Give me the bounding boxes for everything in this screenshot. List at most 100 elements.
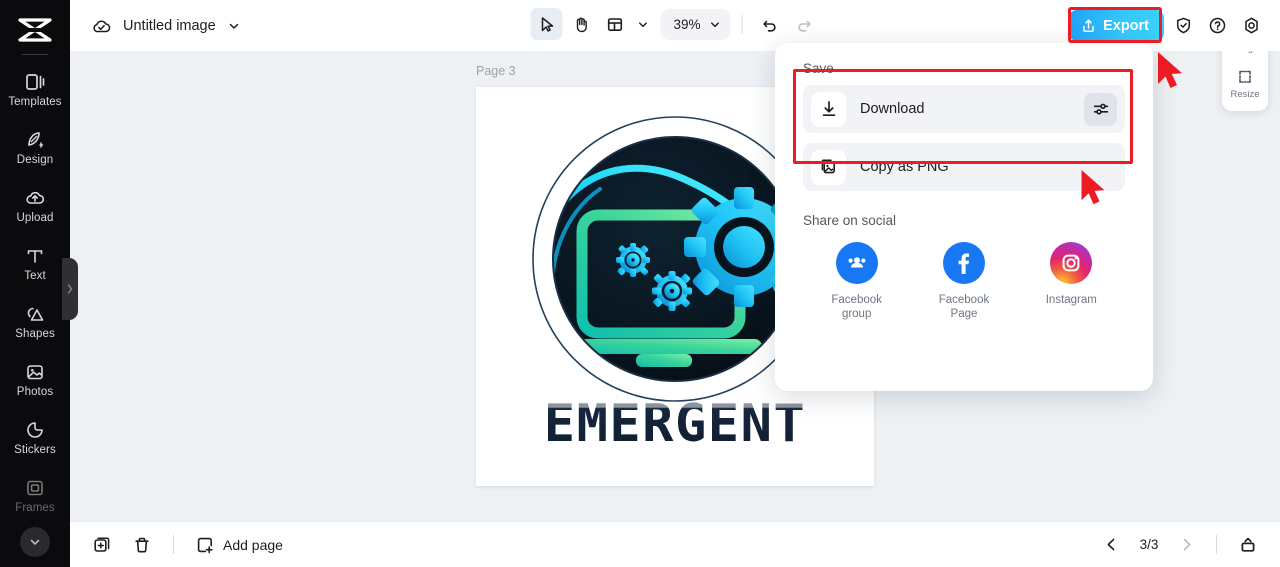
- zoom-level-value: 39%: [673, 16, 701, 32]
- redo-arrow-icon: [797, 20, 811, 32]
- settings-gear-icon-button[interactable]: [1236, 11, 1266, 41]
- share-section-heading: Share on social: [803, 213, 897, 228]
- upload-cloud-icon: [24, 187, 46, 209]
- share-upload-icon: [1081, 18, 1096, 33]
- add-page-label: Add page: [223, 536, 283, 553]
- facebook-group-icon: [835, 242, 878, 284]
- social-share-row: Facebook group Facebook Page Instagram: [803, 242, 1125, 322]
- capcut-logo-icon[interactable]: [12, 10, 58, 50]
- facebook-page-share-button[interactable]: Facebook Page: [916, 242, 1012, 322]
- chevron-down-icon: [30, 539, 40, 545]
- document-title-group[interactable]: Untitled image: [91, 17, 241, 35]
- page-grid-view-button[interactable]: [1230, 530, 1266, 560]
- stickers-icon: [24, 419, 46, 441]
- sidebar-divider: [22, 54, 48, 55]
- center-tool-group: 39%: [530, 8, 819, 40]
- right-panel-item-label: Resize: [1230, 88, 1260, 100]
- download-icon: [811, 91, 846, 127]
- chevron-down-icon: [638, 21, 647, 27]
- shapes-icon: [24, 303, 46, 325]
- layout-grid-icon: [607, 17, 622, 31]
- copy-as-png-label: Copy as PNG: [860, 159, 949, 175]
- copy-image-icon: [811, 149, 846, 185]
- download-label: Download: [860, 101, 925, 117]
- layout-tool-button[interactable]: [598, 8, 630, 40]
- sidebar-item-label: Design: [16, 154, 54, 167]
- previous-page-button[interactable]: [1095, 530, 1128, 560]
- sidebar-item-upload[interactable]: Upload: [0, 177, 70, 235]
- templates-icon: [24, 71, 46, 93]
- document-title: Untitled image: [123, 17, 216, 34]
- sidebar-collapse-button[interactable]: [20, 527, 50, 557]
- duplicate-page-icon: [94, 536, 110, 552]
- chevron-right-icon: [67, 284, 73, 294]
- sidebar-item-design[interactable]: Design: [0, 119, 70, 177]
- facebook-page-icon: [942, 242, 985, 284]
- sidebar-item-label: Templates: [8, 96, 62, 109]
- export-button[interactable]: Export: [1069, 10, 1164, 41]
- sidebar-item-frames[interactable]: Frames: [0, 467, 70, 525]
- hand-tool-button[interactable]: [564, 8, 596, 40]
- bottom-left-group: Add page: [84, 530, 291, 560]
- page-counter: 3/3: [1139, 537, 1159, 552]
- chevron-down-icon[interactable]: [709, 18, 722, 31]
- undo-arrow-icon: [762, 20, 776, 32]
- layout-dropdown-button[interactable]: [632, 8, 652, 40]
- help-circle-icon-button[interactable]: [1202, 11, 1232, 41]
- cloud-check-icon: [91, 17, 112, 35]
- sidebar-item-text[interactable]: Text: [0, 235, 70, 293]
- sidebar-item-label: Text: [24, 270, 46, 283]
- chevron-left-icon: [1107, 538, 1115, 551]
- sliders-icon: [1093, 103, 1108, 115]
- toolbar-divider: [741, 14, 743, 34]
- sidebar-item-photos[interactable]: Photos: [0, 351, 70, 409]
- resize-tool-button[interactable]: Resize: [1223, 62, 1267, 105]
- sidebar-item-label: Upload: [16, 212, 54, 225]
- select-tool-button[interactable]: [530, 8, 563, 40]
- add-page-icon: [197, 537, 213, 553]
- chevron-down-icon[interactable]: [227, 19, 241, 33]
- facebook-group-share-button[interactable]: Facebook group: [809, 242, 905, 322]
- instagram-icon: [1050, 242, 1093, 284]
- sidebar-item-shapes[interactable]: Shapes: [0, 293, 70, 351]
- sidebar-item-templates[interactable]: Templates: [0, 61, 70, 119]
- zoom-control[interactable]: 39%: [660, 8, 731, 40]
- sidebar-item-label: Photos: [16, 386, 54, 399]
- add-page-button[interactable]: Add page: [187, 530, 291, 560]
- frames-icon: [24, 477, 46, 499]
- next-page-button[interactable]: [1170, 530, 1203, 560]
- page-grid-icon: [1241, 537, 1255, 552]
- duplicate-page-button[interactable]: [84, 530, 120, 560]
- shield-check-icon: [1176, 17, 1190, 34]
- export-button-label: Export: [1103, 17, 1149, 34]
- trash-icon: [135, 537, 149, 553]
- chevron-right-icon: [1183, 538, 1191, 551]
- social-label: Instagram: [1045, 294, 1097, 306]
- sidebar-resize-handle[interactable]: [62, 258, 78, 320]
- download-settings-button[interactable]: [1084, 92, 1117, 126]
- shield-check-icon-button[interactable]: [1168, 11, 1198, 41]
- copy-as-png-menu-item[interactable]: Copy as PNG: [803, 143, 1125, 191]
- export-dropdown-menu: Save Download Copy as PNG Share on socia…: [775, 43, 1153, 391]
- bottom-divider: [173, 535, 174, 554]
- sidebar-item-stickers[interactable]: Stickers: [0, 409, 70, 467]
- delete-page-button[interactable]: [124, 530, 160, 560]
- header-right-group: Export: [1069, 10, 1266, 41]
- hand-icon: [576, 17, 587, 32]
- sidebar-item-label: Frames: [15, 502, 55, 515]
- undo-button[interactable]: [754, 8, 786, 40]
- artwork-title-text: EMERGENT: [544, 394, 806, 454]
- bottom-toolbar: Add page 3/3: [70, 521, 1280, 567]
- help-circle-icon: [1209, 17, 1225, 34]
- instagram-share-button[interactable]: Instagram: [1023, 242, 1119, 322]
- sidebar-item-label: Stickers: [14, 444, 56, 457]
- settings-gear-icon: [1244, 17, 1258, 34]
- download-menu-item[interactable]: Download: [803, 85, 1125, 133]
- bottom-divider-right: [1216, 535, 1217, 554]
- bottom-right-group: 3/3: [1095, 530, 1266, 560]
- redo-button[interactable]: [788, 8, 820, 40]
- cursor-arrow-icon: [541, 16, 553, 32]
- sidebar-item-label: Shapes: [15, 328, 55, 341]
- design-icon: [24, 129, 46, 151]
- resize-icon: [1235, 67, 1255, 87]
